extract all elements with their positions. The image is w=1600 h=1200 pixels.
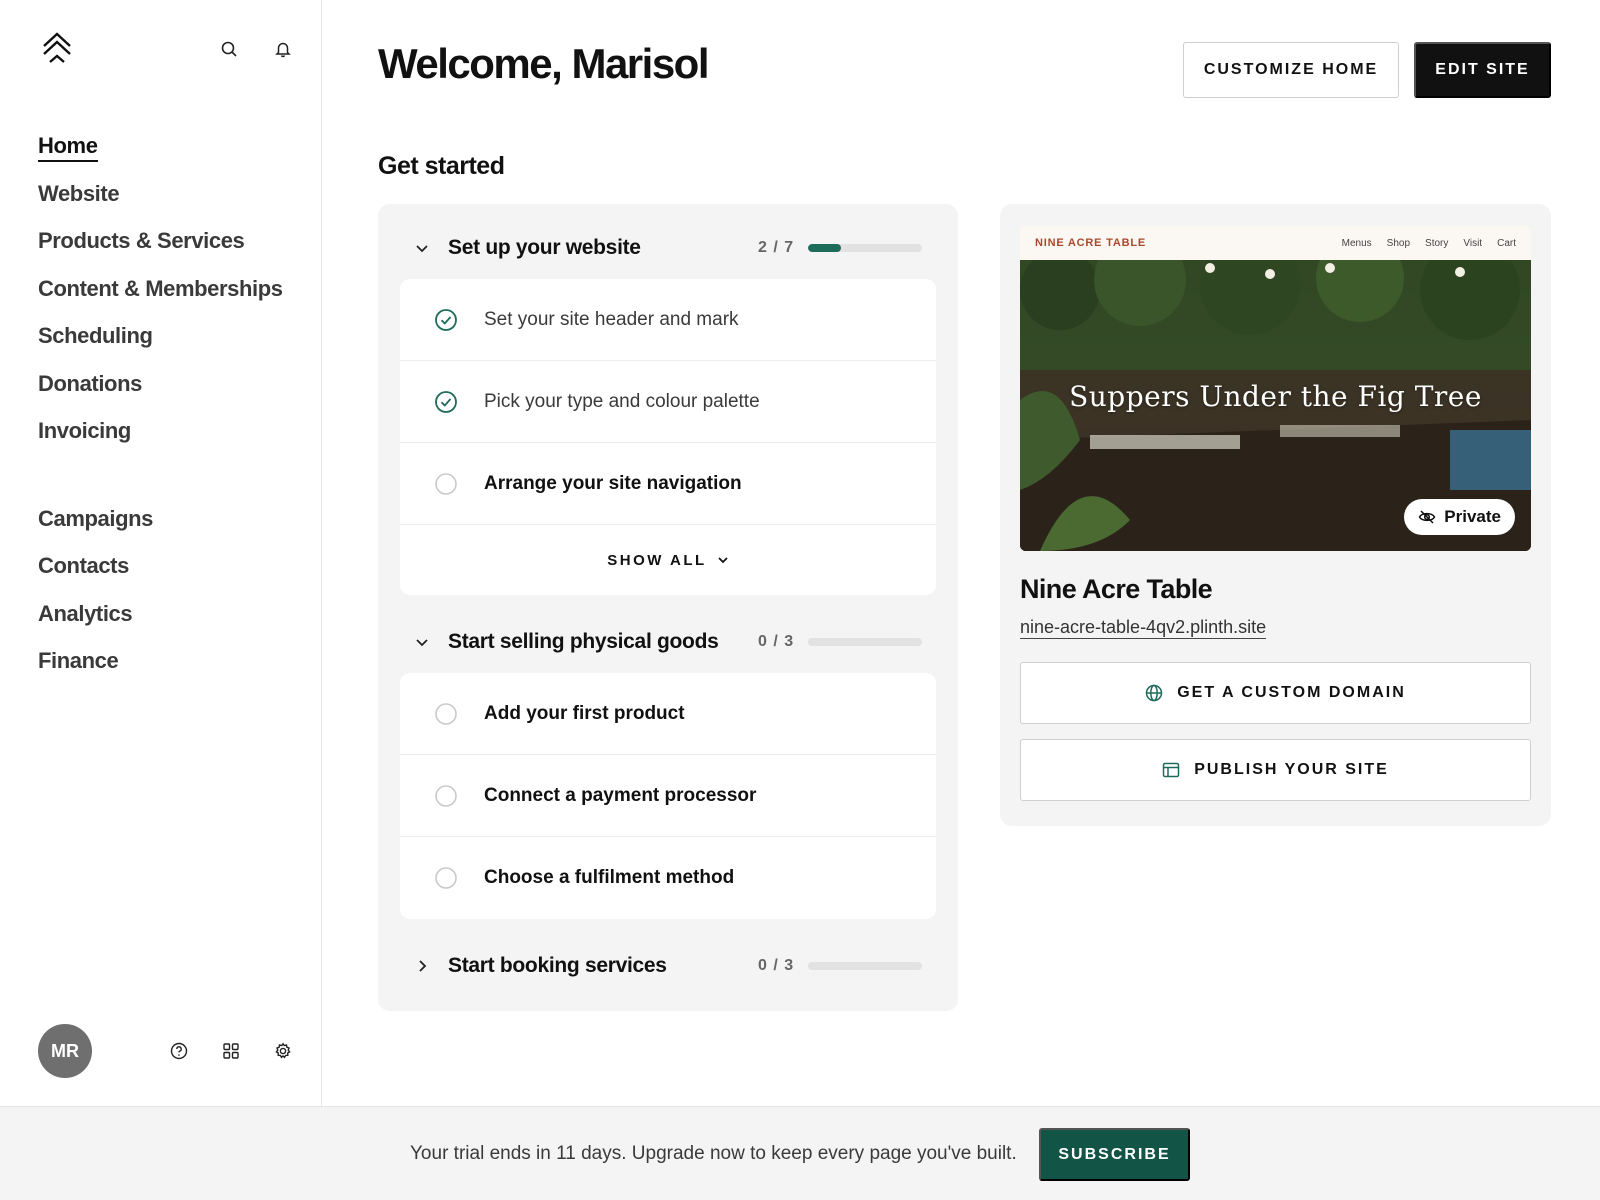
site-url-link[interactable]: nine-acre-table-4qv2.plinth.site <box>1020 616 1267 639</box>
get-custom-domain-label: GET A CUSTOM DOMAIN <box>1177 684 1406 701</box>
preview-nav-link: Shop <box>1386 237 1411 249</box>
group-title: Set up your website <box>448 236 641 259</box>
get-custom-domain-button[interactable]: GET A CUSTOM DOMAIN <box>1020 662 1531 724</box>
nav-item-website[interactable]: Website <box>38 176 283 224</box>
site-card: NINE ACRE TABLE Menus Shop Story Visit C… <box>1000 204 1551 826</box>
preview-nav-link: Cart <box>1497 237 1516 249</box>
task-label: Choose a fulfilment method <box>484 867 735 888</box>
globe-icon <box>1145 684 1163 702</box>
group-count: 0 / 3 <box>758 633 795 650</box>
apps-grid-icon[interactable] <box>220 1040 242 1062</box>
group-header-booking-services[interactable]: Start booking services 0 / 3 <box>378 944 958 988</box>
trial-message: Your trial ends in 11 days. Upgrade now … <box>410 1143 1017 1164</box>
task-label: Pick your type and colour palette <box>484 390 760 412</box>
task-item[interactable]: Set your site header and mark <box>400 279 936 361</box>
main-nav: Home Website Products & Services Content… <box>38 128 283 691</box>
browser-window-icon <box>1162 762 1180 778</box>
group-count: 2 / 7 <box>758 239 795 256</box>
show-all-label: SHOW ALL <box>607 551 707 569</box>
get-started-panel: Set up your website 2 / 7 Set your site … <box>378 204 958 1011</box>
nav-item-analytics[interactable]: Analytics <box>38 596 283 644</box>
chevron-down-icon <box>718 557 728 564</box>
edit-site-button[interactable]: EDIT SITE <box>1414 42 1551 98</box>
preview-nav-link: Visit <box>1463 237 1483 249</box>
group-title: Start booking services <box>448 954 667 977</box>
show-all-button[interactable]: SHOW ALL <box>400 525 936 595</box>
nav-item-home[interactable]: Home <box>38 128 283 176</box>
help-icon[interactable] <box>168 1040 190 1062</box>
search-icon[interactable] <box>218 38 240 60</box>
group-progress-bar <box>808 962 922 970</box>
task-label: Arrange your site navigation <box>484 472 742 494</box>
preview-nav-link: Story <box>1425 237 1449 249</box>
task-label: Add your first product <box>484 702 685 724</box>
group-header-setup-website[interactable]: Set up your website 2 / 7 <box>378 226 958 270</box>
empty-circle-icon <box>435 702 457 725</box>
nav-item-donations[interactable]: Donations <box>38 366 283 414</box>
task-card-setup-website: Set your site header and mark Pick your … <box>400 279 936 595</box>
preview-brand: NINE ACRE TABLE <box>1035 237 1146 249</box>
avatar[interactable]: MR <box>38 1024 92 1078</box>
task-item[interactable]: Connect a payment processor <box>400 755 936 837</box>
sidebar: Home Website Products & Services Content… <box>0 0 322 1106</box>
nav-item-products-services[interactable]: Products & Services <box>38 223 283 271</box>
group-progress-bar <box>808 638 922 646</box>
preview-hero-image: Suppers Under the Fig Tree Private <box>1020 260 1531 551</box>
task-label: Connect a payment processor <box>484 784 757 806</box>
site-name: Nine Acre Table <box>1020 574 1213 604</box>
check-circle-icon <box>435 390 457 413</box>
bell-icon[interactable] <box>272 38 294 60</box>
task-item[interactable]: Choose a fulfilment method <box>400 837 936 919</box>
task-item[interactable]: Add your first product <box>400 673 936 755</box>
empty-circle-icon <box>435 784 457 807</box>
nav-item-scheduling[interactable]: Scheduling <box>38 318 283 366</box>
group-count: 0 / 3 <box>758 957 795 974</box>
task-item[interactable]: Pick your type and colour palette <box>400 361 936 443</box>
nav-item-finance[interactable]: Finance <box>38 643 283 691</box>
customize-home-button[interactable]: CUSTOMIZE HOME <box>1183 42 1399 98</box>
task-label: Set your site header and mark <box>484 308 739 330</box>
chevron-right-icon <box>419 960 427 972</box>
private-badge[interactable]: Private <box>1404 499 1515 535</box>
publish-site-label: PUBLISH YOUR SITE <box>1194 761 1389 778</box>
group-title: Start selling physical goods <box>448 630 719 653</box>
publish-site-button[interactable]: PUBLISH YOUR SITE <box>1020 739 1531 801</box>
get-started-heading: Get started <box>378 152 505 180</box>
preview-nav-link: Menus <box>1341 237 1372 249</box>
nav-item-campaigns[interactable]: Campaigns <box>38 501 283 549</box>
task-card-physical-goods: Add your first product Connect a payment… <box>400 673 936 919</box>
chevron-down-icon <box>416 245 428 253</box>
group-header-physical-goods[interactable]: Start selling physical goods 0 / 3 <box>378 620 958 664</box>
preview-nav: Menus Shop Story Visit Cart <box>1342 238 1516 249</box>
nav-divider <box>38 461 283 501</box>
layered-chevrons-logo-icon[interactable] <box>40 32 74 66</box>
site-preview[interactable]: NINE ACRE TABLE Menus Shop Story Visit C… <box>1020 226 1531 551</box>
empty-circle-icon <box>435 472 457 495</box>
check-circle-icon <box>435 308 457 331</box>
trial-banner: Your trial ends in 11 days. Upgrade now … <box>0 1106 1600 1200</box>
task-item[interactable]: Arrange your site navigation <box>400 443 936 525</box>
subscribe-button[interactable]: SUBSCRIBE <box>1039 1128 1190 1181</box>
settings-gear-icon[interactable] <box>272 1040 294 1062</box>
nav-item-contacts[interactable]: Contacts <box>38 548 283 596</box>
group-progress-bar <box>808 244 922 252</box>
empty-circle-icon <box>435 867 457 889</box>
preview-header: NINE ACRE TABLE Menus Shop Story Visit C… <box>1020 226 1531 260</box>
eye-off-icon <box>1418 510 1436 524</box>
chevron-down-icon <box>416 639 428 647</box>
nav-item-content-memberships[interactable]: Content & Memberships <box>38 271 283 319</box>
progress-fill <box>808 244 841 252</box>
preview-headline: Suppers Under the Fig Tree <box>1069 380 1482 413</box>
page-title: Welcome, Marisol <box>378 40 710 87</box>
nav-item-invoicing[interactable]: Invoicing <box>38 413 283 461</box>
private-label: Private <box>1444 507 1501 526</box>
